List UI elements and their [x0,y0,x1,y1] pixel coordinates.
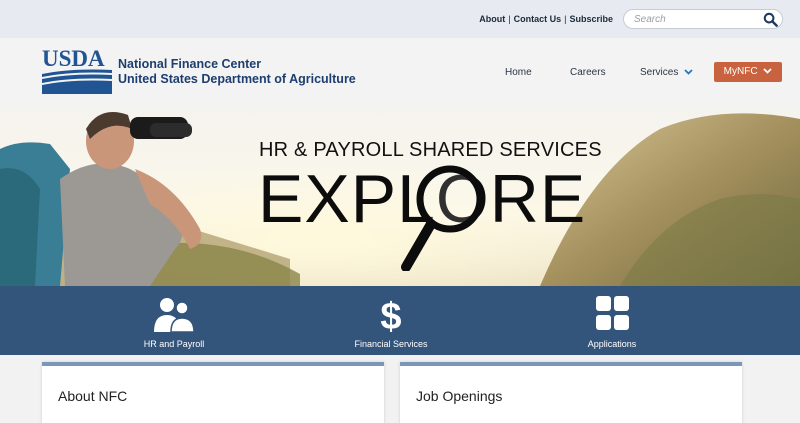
site-header: USDA National Finance Center United Stat… [0,38,800,109]
org-name-line2: United States Department of Agriculture [118,72,356,86]
separator: | [508,14,511,24]
chevron-down-icon [763,68,772,75]
service-label: Applications [587,339,637,349]
about-link[interactable]: About [479,14,505,24]
nav-careers[interactable]: Careers [570,67,606,78]
usda-logo[interactable]: USDA [42,46,112,94]
mynfc-label: MyNFC [723,66,758,77]
nav-home[interactable]: Home [505,67,532,78]
service-label: Financial Services [354,339,428,349]
organization-name: National Finance Center United States De… [118,57,356,87]
card-title[interactable]: Job Openings [416,388,502,404]
service-applications[interactable]: Applications [522,286,702,355]
mynfc-button[interactable]: MyNFC [714,62,782,82]
magnifying-glass-icon [401,165,484,271]
org-name-line1: National Finance Center [118,57,262,71]
about-nfc-card: About NFC [42,362,384,423]
logo-text: USDA [42,46,105,71]
nav-services-label: Services [640,67,679,78]
chevron-down-icon [684,69,693,76]
svg-text:$: $ [380,296,401,332]
subscribe-link[interactable]: Subscribe [569,14,613,24]
search-icon[interactable] [763,12,778,27]
nav-services[interactable]: Services [640,67,693,78]
hero-tagline: HR & PAYROLL SHARED SERVICES [259,139,602,161]
service-financial[interactable]: $ Financial Services [301,286,481,355]
people-icon [154,298,194,332]
dollar-icon: $ [380,296,401,332]
service-label: HR and Payroll [143,339,205,349]
utility-links: About | Contact Us | Subscribe [479,14,613,24]
contact-us-link[interactable]: Contact Us [514,14,562,24]
utility-bar: About | Contact Us | Subscribe [0,0,800,38]
hero-banner[interactable]: HR & PAYROLL SHARED SERVICES EXPLORE [0,109,800,286]
search-input[interactable] [634,13,754,26]
job-openings-card: Job Openings [400,362,742,423]
search-box [623,9,783,29]
card-title[interactable]: About NFC [58,388,127,404]
service-hr-payroll[interactable]: HR and Payroll [84,286,264,355]
apps-grid-icon [596,296,629,330]
services-strip: HR and Payroll $ Financial Services Appl… [0,286,800,355]
